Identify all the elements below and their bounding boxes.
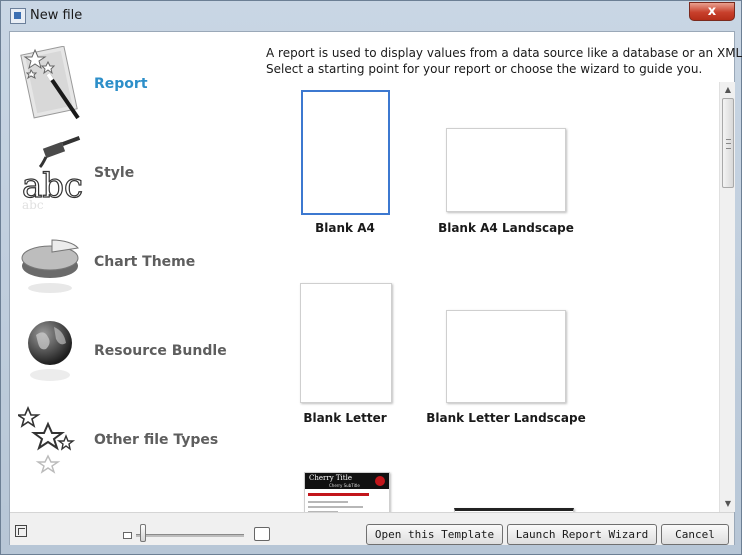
- template-thumbnail[interactable]: Cherry Title Cherry SubTitle: [304, 472, 390, 512]
- cancel-button[interactable]: Cancel: [661, 524, 729, 545]
- template-gallery: Blank A4 Blank A4 Landscape Blank Letter…: [266, 82, 718, 512]
- thumbnail-line: [308, 501, 348, 503]
- description-text: A report is used to display values from …: [266, 45, 742, 77]
- template-label: Blank A4: [315, 221, 375, 235]
- thumbnail-band: [308, 493, 369, 496]
- thumbnail-title: Cherry Title: [309, 474, 352, 482]
- new-file-dialog: New file x Report abc abc Style Chart Th…: [0, 0, 742, 555]
- thumbnail-subtitle: Cherry SubTitle: [329, 483, 360, 488]
- zoom-large-icon: [254, 527, 270, 541]
- nav-item-style[interactable]: abc abc Style: [10, 129, 250, 217]
- expand-icon[interactable]: [15, 525, 27, 537]
- bottom-toolbar: Open this Template Launch Report Wizard …: [10, 512, 734, 545]
- window-title: New file: [30, 8, 83, 23]
- nav-label-report: Report: [94, 76, 148, 92]
- svg-text:abc: abc: [22, 198, 44, 211]
- magic-wand-page-icon: [20, 46, 80, 120]
- scroll-up-arrow-icon[interactable]: ▲: [720, 82, 736, 98]
- cherry-icon: [375, 476, 385, 486]
- dialog-body: Report abc abc Style Chart Theme Resourc…: [9, 31, 742, 545]
- nav-item-chart-theme[interactable]: Chart Theme: [10, 218, 250, 306]
- file-type-nav: Report abc abc Style Chart Theme Resourc…: [10, 32, 250, 512]
- zoom-slider-handle[interactable]: [140, 524, 146, 542]
- scroll-thumb[interactable]: [722, 98, 734, 188]
- launch-wizard-button[interactable]: Launch Report Wizard: [507, 524, 657, 545]
- zoom-small-icon: [123, 532, 132, 539]
- template-thumbnail[interactable]: [446, 310, 566, 403]
- template-thumbnail[interactable]: [301, 90, 390, 215]
- nav-item-resource-bundle[interactable]: Resource Bundle: [10, 307, 250, 395]
- template-thumbnail[interactable]: [300, 283, 392, 403]
- nav-item-report[interactable]: Report: [10, 40, 250, 128]
- nav-label-chart-theme: Chart Theme: [94, 254, 196, 270]
- nav-label-other-file-types: Other file Types: [94, 432, 219, 448]
- template-label: Blank A4 Landscape: [438, 221, 574, 235]
- template-label: Blank Letter Landscape: [426, 411, 586, 425]
- template-thumbnail[interactable]: [446, 128, 566, 212]
- close-button[interactable]: x: [689, 2, 735, 21]
- nav-label-style: Style: [94, 165, 135, 181]
- scroll-down-arrow-icon[interactable]: ▼: [720, 496, 736, 512]
- open-template-button[interactable]: Open this Template: [366, 524, 503, 545]
- nav-item-other-file-types[interactable]: Other file Types: [10, 396, 250, 484]
- pie-chart-icon: [21, 239, 79, 293]
- description-line-2: Select a starting point for your report …: [266, 62, 703, 76]
- close-icon: x: [707, 4, 717, 19]
- globe-icon: [28, 321, 72, 381]
- zoom-slider-track[interactable]: [136, 534, 244, 537]
- description-line-1: A report is used to display values from …: [266, 46, 742, 60]
- grip-icon: [726, 139, 731, 149]
- stars-icon: [18, 405, 76, 474]
- template-label: Blank Letter: [303, 411, 387, 425]
- title-bar[interactable]: New file x: [1, 1, 741, 31]
- app-icon: [10, 8, 26, 24]
- thumbnail-line: [308, 506, 363, 508]
- vertical-scrollbar[interactable]: ▲ ▼: [719, 82, 735, 512]
- nav-label-resource-bundle: Resource Bundle: [94, 343, 227, 359]
- brush-letters-icon: abc abc: [21, 136, 84, 211]
